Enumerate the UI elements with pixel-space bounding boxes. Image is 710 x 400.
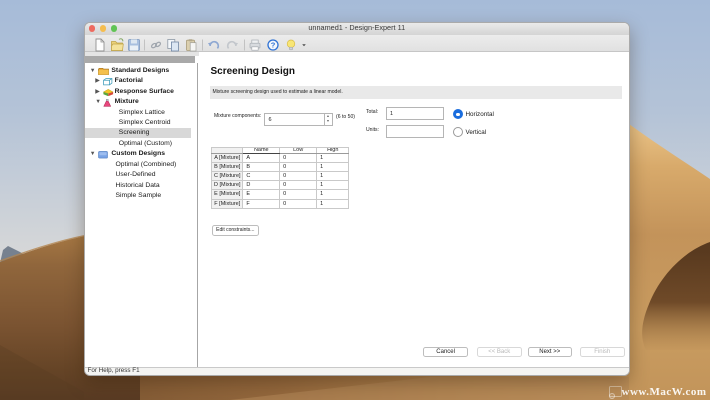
svg-text:?: ? bbox=[271, 40, 276, 49]
